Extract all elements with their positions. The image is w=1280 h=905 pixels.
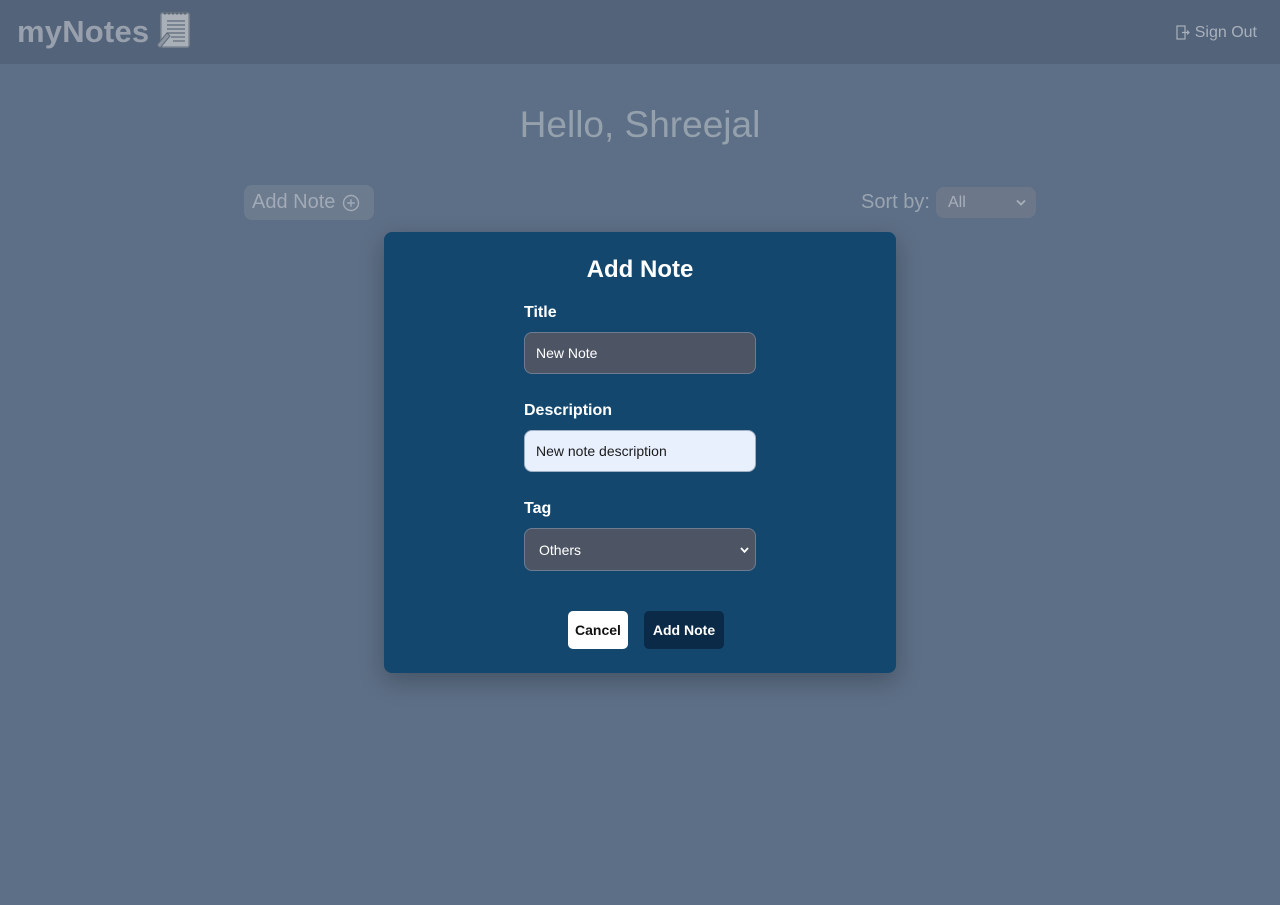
description-input[interactable]: New note description: [524, 430, 756, 472]
sort-select-value: All: [948, 193, 966, 211]
chevron-down-icon: [1016, 199, 1026, 206]
tag-label: Tag: [524, 500, 552, 517]
submit-add-note-button[interactable]: Add Note: [644, 611, 724, 649]
chevron-down-icon: [740, 546, 749, 553]
sign-out-button[interactable]: Sign Out: [1176, 24, 1257, 42]
door-exit-icon: [1176, 25, 1190, 40]
notepad-icon: [156, 11, 191, 49]
brand-name[interactable]: myNotes: [17, 14, 149, 50]
tag-select-value: Others: [539, 541, 582, 558]
sort-select[interactable]: All: [936, 187, 1036, 218]
add-note-button[interactable]: Add Note: [244, 185, 374, 220]
modal-title: Add Note: [586, 256, 694, 283]
description-label: Description: [524, 402, 613, 419]
tag-select[interactable]: Others: [524, 528, 756, 571]
sort-label: Sort by:: [861, 191, 930, 213]
cancel-button[interactable]: Cancel: [568, 611, 628, 649]
add-note-label: Add Note: [252, 191, 336, 213]
greeting: Hello, Shreejal: [519, 104, 761, 145]
title-input[interactable]: New Note: [524, 332, 756, 374]
title-label: Title: [524, 304, 557, 321]
add-note-modal: Add Note Title New Note Description New …: [384, 232, 896, 673]
brand[interactable]: myNotes: [17, 11, 193, 51]
title-input-value: New Note: [536, 345, 598, 361]
navbar: myNotes Sign Out: [0, 0, 1280, 64]
plus-circle-icon: [343, 194, 360, 211]
sign-out-label: Sign Out: [1194, 23, 1257, 41]
description-input-value: New note description: [536, 443, 667, 459]
